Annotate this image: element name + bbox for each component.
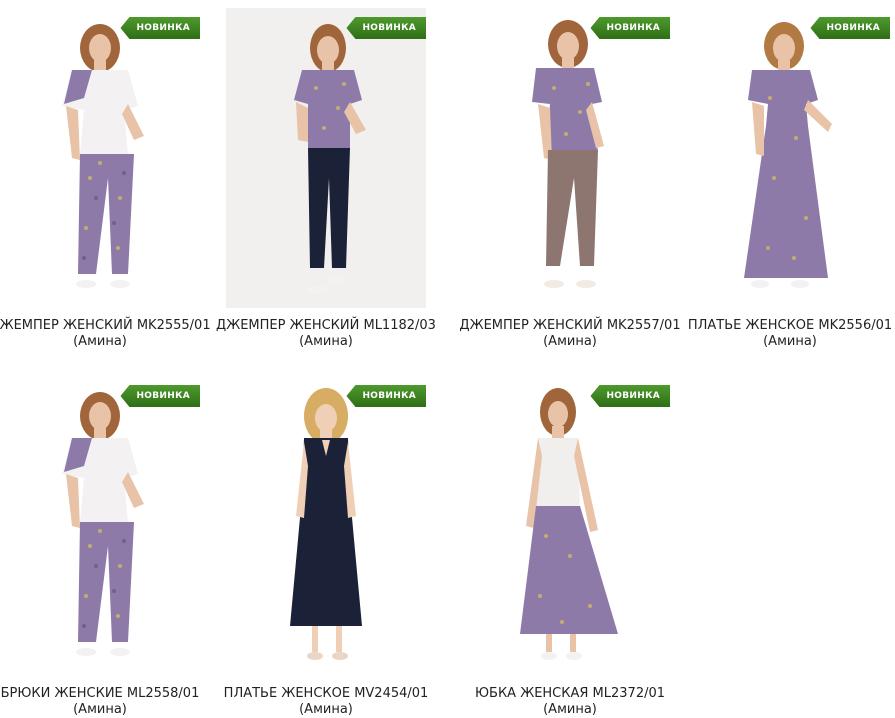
product-photo[interactable]: [690, 8, 890, 308]
product-card[interactable]: НОВИНКА ДЖЕМПЕР ЖЕНСКИЙ MK2557/01 (Амина…: [459, 8, 681, 349]
product-title[interactable]: ДЖЕМПЕР ЖЕНСКИЙ ML1182/03 (Амина): [206, 318, 446, 350]
product-card[interactable]: НОВИНКА ПЛАТЬЕ ЖЕНСКОЕ MV2454/01 (Амина): [224, 376, 428, 717]
new-badge: НОВИНКА: [810, 17, 890, 39]
product-title[interactable]: ДЖЕМПЕР ЖЕНСКИЙ MK2557/01 (Амина): [450, 318, 690, 350]
product-card[interactable]: НОВИНКА БРЮКИ ЖЕНСКИЕ ML2558/01 (Амина): [0, 376, 200, 717]
new-badge: НОВИНКА: [346, 385, 426, 407]
product-title[interactable]: ДЖЕМПЕР ЖЕНСКИЙ MK2555/01 (Амина): [0, 318, 220, 350]
product-photo[interactable]: [226, 8, 426, 308]
product-photo[interactable]: [0, 376, 200, 676]
product-card[interactable]: НОВИНКА ДЖЕМПЕР ЖЕНСКИЙ MK2555/01 (Амина…: [0, 8, 211, 349]
new-badge: НОВИНКА: [590, 385, 670, 407]
product-title[interactable]: ЮБКА ЖЕНСКАЯ ML2372/01 (Амина): [450, 686, 690, 718]
new-badge: НОВИНКА: [120, 385, 200, 407]
product-card[interactable]: НОВИНКА ЮБКА ЖЕНСКАЯ ML2372/01 (Амина): [470, 376, 670, 717]
product-card[interactable]: НОВИНКА ДЖЕМПЕР ЖЕНСКИЙ ML1182/03 (Амина…: [216, 8, 436, 349]
product-title[interactable]: ПЛАТЬЕ ЖЕНСКОЕ MV2454/01 (Амина): [206, 686, 446, 718]
product-title[interactable]: ПЛАТЬЕ ЖЕНСКОЕ MK2556/01 (Амина): [670, 318, 895, 350]
product-photo[interactable]: [470, 8, 670, 308]
product-title[interactable]: БРЮКИ ЖЕНСКИЕ ML2558/01 (Амина): [0, 686, 220, 718]
product-photo[interactable]: [226, 376, 426, 676]
product-photo[interactable]: [470, 376, 670, 676]
new-badge: НОВИНКА: [590, 17, 670, 39]
new-badge: НОВИНКА: [120, 17, 200, 39]
product-card[interactable]: НОВИНКА ПЛАТЬЕ ЖЕНСКОЕ MK2556/01 (Амина): [688, 8, 892, 349]
product-photo[interactable]: [0, 8, 200, 308]
new-badge: НОВИНКА: [346, 17, 426, 39]
